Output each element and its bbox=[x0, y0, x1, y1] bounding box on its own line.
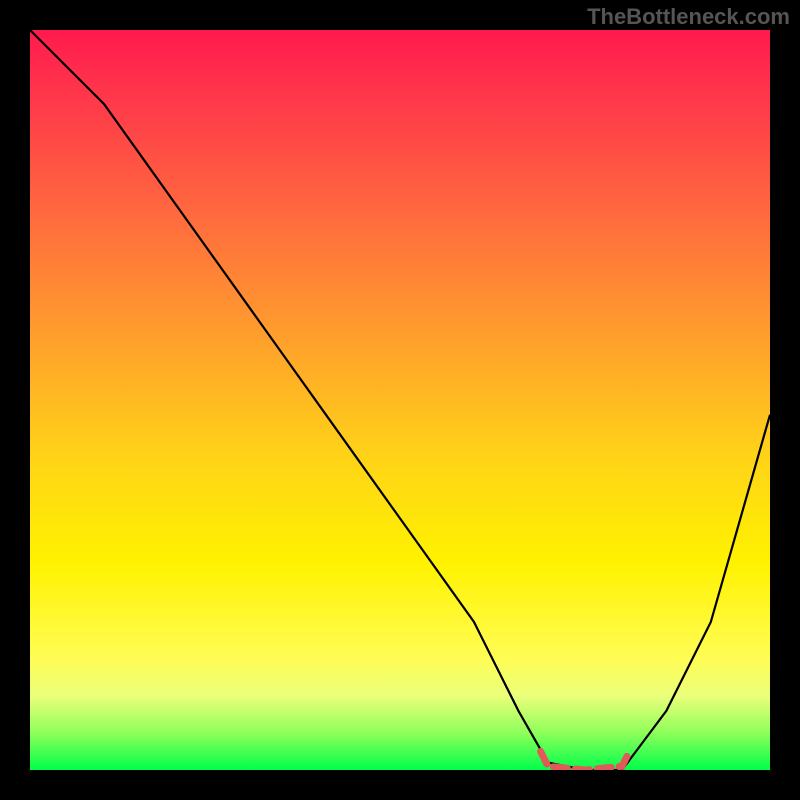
optimal-band-marker bbox=[541, 752, 630, 771]
bottleneck-curve bbox=[30, 30, 770, 770]
chart-curve-layer bbox=[30, 30, 770, 770]
attribution-label: TheBottleneck.com bbox=[587, 4, 790, 30]
